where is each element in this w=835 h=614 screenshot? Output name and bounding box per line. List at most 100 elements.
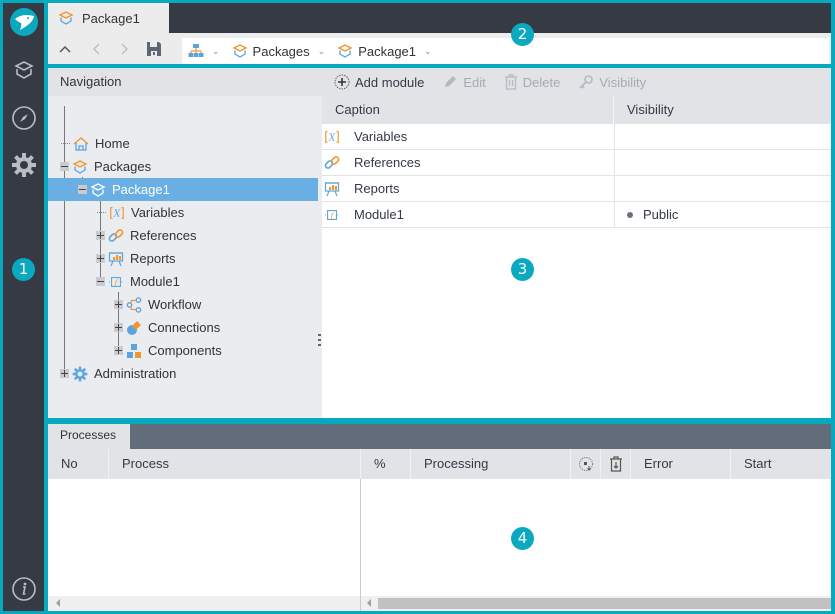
tree-item-label: References	[130, 228, 197, 243]
edit-label: Edit	[463, 74, 486, 90]
column-header-caption[interactable]: Caption	[322, 96, 614, 124]
stop-process-icon	[578, 457, 593, 471]
compass-icon	[12, 106, 36, 130]
forward-button[interactable]	[115, 39, 135, 59]
save-button[interactable]	[144, 39, 164, 59]
document-tab[interactable]: Package1	[48, 3, 169, 33]
tree-item-label: Variables	[131, 205, 185, 220]
chevron-down-icon[interactable]: ⌄	[212, 46, 220, 57]
report-icon	[108, 251, 124, 267]
grid-row[interactable]: f Module1 Public	[322, 202, 831, 228]
add-module-label: Add module	[355, 74, 425, 90]
grid-row[interactable]: Reports	[322, 176, 831, 202]
key-icon	[579, 75, 594, 89]
grid-row[interactable]: References	[322, 150, 831, 176]
column-header-clear[interactable]	[601, 449, 631, 479]
scrollbar-thumb[interactable]	[378, 598, 831, 609]
clear-icon	[609, 456, 622, 472]
expand-toggle[interactable]	[96, 231, 105, 240]
column-header-process[interactable]: Process	[109, 449, 361, 479]
tree-item-module1[interactable]: f Module1	[48, 270, 318, 293]
tree-item-label: Connections	[148, 320, 221, 335]
row-caption: Module1	[354, 207, 404, 222]
tree-item-variables[interactable]: X Variables	[48, 201, 318, 224]
tree-item-package1[interactable]: Package1	[48, 178, 318, 201]
processes-tab[interactable]: Processes	[48, 424, 130, 449]
tree-item-label: Administration	[94, 366, 177, 381]
tree-item-home[interactable]: Home	[48, 132, 318, 155]
content-toolbar: Add module Edit Delete Visibility	[322, 68, 831, 96]
column-header-start[interactable]: Start	[731, 449, 831, 479]
column-header-processing[interactable]: Processing	[411, 449, 571, 479]
delete-button[interactable]: Delete	[504, 74, 561, 90]
up-button[interactable]	[55, 39, 75, 59]
column-header-stop[interactable]	[571, 449, 601, 479]
row-caption: Reports	[354, 181, 400, 196]
grid-row[interactable]: X Variables	[322, 124, 831, 150]
breadcrumb-packages[interactable]: Packages ⌄	[231, 43, 326, 59]
navigation-panel: Navigation Home Packages Package1 X Vari…	[48, 68, 322, 418]
rail-info-button[interactable]	[11, 576, 37, 602]
chevron-down-icon[interactable]: ⌄	[318, 46, 326, 57]
panel-splitter[interactable]	[318, 334, 321, 348]
column-header-no[interactable]: No	[48, 449, 109, 479]
left-rail	[3, 3, 44, 611]
variables-icon: X	[324, 129, 340, 145]
tree-item-connections[interactable]: Connections	[48, 316, 318, 339]
package-icon	[337, 44, 353, 58]
scroll-left-icon[interactable]	[56, 599, 60, 607]
variables-icon: X	[109, 205, 125, 221]
tree-item-components[interactable]: Components	[48, 339, 318, 362]
rail-navigate-button[interactable]	[11, 105, 37, 131]
svg-text:f: f	[114, 278, 119, 287]
package-icon	[72, 159, 88, 175]
breadcrumb-root[interactable]: ⌄	[188, 43, 220, 59]
tree-item-administration[interactable]: Administration	[48, 362, 318, 385]
annotation-badge-4: 4	[511, 527, 534, 550]
chevron-right-icon	[121, 43, 128, 55]
delete-label: Delete	[522, 74, 561, 90]
expand-toggle[interactable]	[60, 369, 69, 378]
tree-connector	[61, 143, 70, 144]
add-circle-icon	[334, 74, 350, 90]
column-header-visibility[interactable]: Visibility	[614, 96, 674, 124]
pane-divider	[360, 479, 361, 611]
breadcrumb-label: Packages	[252, 43, 310, 59]
rail-packages-button[interactable]	[11, 57, 37, 83]
workflow-icon	[126, 296, 142, 313]
column-header-percent[interactable]: %	[361, 449, 411, 479]
expand-toggle[interactable]	[114, 346, 123, 355]
left-horizontal-scrollbar[interactable]	[48, 596, 360, 611]
edit-button[interactable]: Edit	[442, 74, 486, 90]
add-module-button[interactable]: Add module	[334, 74, 424, 90]
tree-item-packages[interactable]: Packages	[48, 155, 318, 178]
row-caption: Variables	[354, 129, 408, 144]
processes-tabbar: Processes	[48, 424, 831, 449]
chevron-down-icon[interactable]: ⌄	[424, 46, 432, 57]
app-logo[interactable]	[10, 8, 38, 36]
back-button[interactable]	[86, 39, 106, 59]
collapse-toggle[interactable]	[78, 185, 87, 194]
breadcrumb-package1[interactable]: Package1 ⌄	[337, 43, 432, 59]
breadcrumb-label: Package1	[358, 43, 417, 59]
components-icon	[126, 343, 142, 359]
tree-item-references[interactable]: References	[48, 224, 318, 247]
expand-toggle[interactable]	[114, 300, 123, 309]
top-area: Package1 ⌄ Packages ⌄ Package1 ⌄	[48, 3, 831, 64]
tree-item-workflow[interactable]: Workflow	[48, 293, 318, 316]
svg-text:X: X	[328, 133, 336, 143]
expand-toggle[interactable]	[96, 254, 105, 263]
home-icon	[73, 136, 89, 152]
tree-item-label: Workflow	[148, 297, 202, 312]
grid-header: Caption Visibility	[322, 96, 831, 124]
expand-toggle[interactable]	[114, 323, 123, 332]
scroll-left-icon[interactable]	[367, 599, 371, 607]
visibility-button[interactable]: Visibility	[578, 74, 646, 90]
column-header-error[interactable]: Error	[631, 449, 731, 479]
collapse-toggle[interactable]	[96, 277, 105, 286]
tree-item-reports[interactable]: Reports	[48, 247, 318, 270]
rail-settings-button[interactable]	[11, 152, 37, 178]
gear-icon	[72, 366, 88, 382]
right-horizontal-scrollbar[interactable]	[361, 596, 831, 611]
collapse-toggle[interactable]	[60, 162, 69, 171]
